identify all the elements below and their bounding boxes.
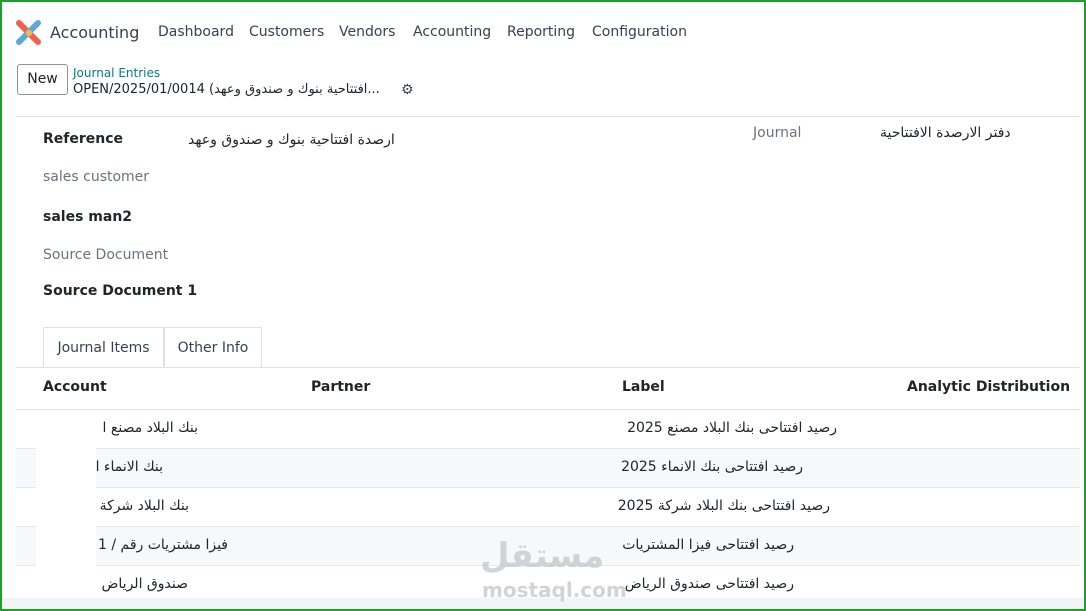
app-window: Accounting Dashboard Customers Vendors A… bbox=[0, 0, 1086, 611]
journal-field[interactable]: دفتر الارصدة الافتتاحية bbox=[880, 125, 1011, 141]
account-cell[interactable]: فيزا مشتريات رقم / 1 ٤ bbox=[86, 537, 228, 553]
form-sheet: Reference ارصدة افتتاحية بنوك و صندوق وع… bbox=[16, 116, 1080, 605]
control-panel: New Journal Entries OPEN/2025/01/0014 (ا… bbox=[2, 60, 1084, 116]
app-logo-icon[interactable] bbox=[16, 20, 42, 46]
reference-field[interactable]: ارصدة افتتاحية بنوك و صندوق وعهد bbox=[188, 132, 395, 148]
column-header-partner[interactable]: Partner bbox=[311, 379, 370, 395]
sales-customer-label: sales customer bbox=[43, 169, 150, 185]
table-row[interactable]: بنك الانماء ا رصيد افتتاحى بنك الانماء 2… bbox=[16, 449, 1080, 488]
new-button[interactable]: New bbox=[17, 64, 68, 95]
account-cell[interactable]: صندوق الرياض bbox=[101, 576, 188, 592]
label-cell[interactable]: رصيد افتتاحى بنك البلاد مصنع 2025 bbox=[627, 420, 837, 436]
menu-dashboard[interactable]: Dashboard bbox=[158, 24, 234, 40]
account-cell[interactable]: بنك البلاد مصنع ا bbox=[103, 420, 198, 436]
reference-label: Reference bbox=[43, 131, 124, 147]
table-row[interactable]: بنك البلاد مصنع ا رصيد افتتاحى بنك البلا… bbox=[16, 410, 1080, 449]
menu-vendors[interactable]: Vendors bbox=[339, 24, 395, 40]
sales-man-label: sales man2 bbox=[43, 209, 133, 225]
watermark-arabic: مستقل bbox=[480, 536, 605, 576]
menu-configuration[interactable]: Configuration bbox=[592, 24, 687, 40]
breadcrumb-journal-entries[interactable]: Journal Entries bbox=[73, 66, 160, 80]
column-header-account[interactable]: Account bbox=[43, 379, 107, 395]
account-column-overlay bbox=[36, 410, 96, 600]
table-row[interactable]: بنك البلاد شركة ٢ رصيد افتتاحى بنك البلا… bbox=[16, 488, 1080, 527]
menu-customers[interactable]: Customers bbox=[249, 24, 324, 40]
label-cell[interactable]: رصيد افتتاحى بنك الانماء 2025 bbox=[621, 459, 803, 475]
source-document-label: Source Document bbox=[43, 247, 169, 263]
app-name[interactable]: Accounting bbox=[50, 23, 139, 42]
account-cell[interactable]: بنك البلاد شركة ٢ bbox=[88, 498, 189, 514]
top-navbar: Accounting Dashboard Customers Vendors A… bbox=[2, 2, 1084, 60]
label-cell[interactable]: رصيد افتتاحى بنك البلاد شركة 2025 bbox=[618, 498, 830, 514]
menu-reporting[interactable]: Reporting bbox=[507, 24, 575, 40]
label-cell[interactable]: رصيد افتتاحى فيزا المشتريات bbox=[622, 537, 794, 553]
tab-journal-items[interactable]: Journal Items bbox=[43, 327, 164, 367]
column-header-label[interactable]: Label bbox=[622, 379, 665, 395]
breadcrumb-current-record: OPEN/2025/01/0014 (افتتاحية بنوك و صندوق… bbox=[73, 82, 380, 97]
watermark-latin: mostaql.com bbox=[482, 578, 627, 602]
gear-icon[interactable]: ⚙ bbox=[401, 82, 414, 98]
label-cell[interactable]: رصيد افتتاحى صندوق الرياض bbox=[625, 576, 794, 592]
column-header-analytic-distribution[interactable]: Analytic Distribution bbox=[907, 379, 1070, 395]
tab-other-info[interactable]: Other Info bbox=[164, 327, 262, 367]
menu-accounting[interactable]: Accounting bbox=[413, 24, 491, 40]
notebook-tabs: Journal Items Other Info bbox=[16, 327, 1080, 368]
account-cell[interactable]: بنك الانماء ا bbox=[96, 459, 163, 475]
journal-label: Journal bbox=[753, 125, 802, 141]
source-document-1-label: Source Document 1 bbox=[43, 283, 198, 299]
